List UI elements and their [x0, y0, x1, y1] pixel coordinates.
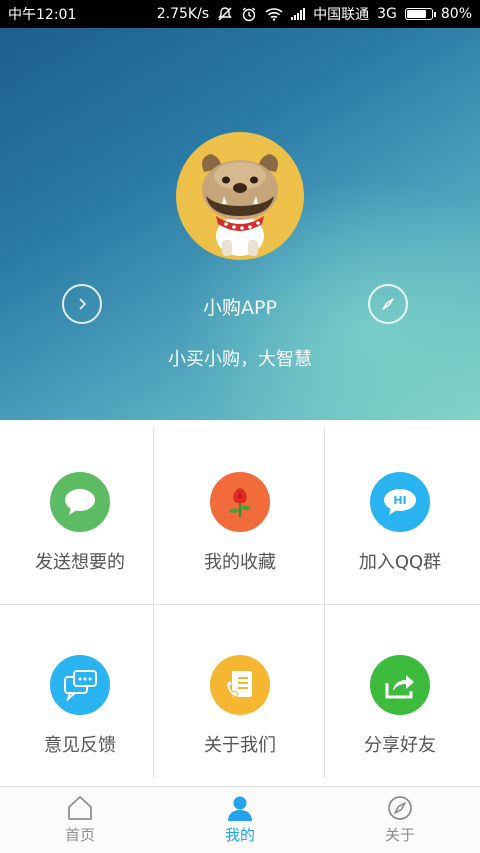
- about-us-button[interactable]: 关于我们: [160, 603, 320, 786]
- tab-mine[interactable]: 我的: [160, 787, 320, 853]
- avatar[interactable]: [176, 132, 304, 260]
- grid-label: 加入QQ群: [358, 552, 442, 573]
- rose-icon: [210, 472, 270, 532]
- send-wish-button[interactable]: 发送想要的: [0, 420, 160, 603]
- grid-label: 分享好友: [364, 735, 436, 756]
- status-bar: 中午12:01 2.75K/s 中国联通 3G 80%: [0, 0, 480, 28]
- feature-grid: 发送想要的 我的收藏 HI 加入QQ群 意见反馈 关于我们 分享好友: [0, 420, 480, 786]
- grid-label: 发送想要的: [35, 552, 125, 573]
- grid-label: 我的收藏: [204, 552, 276, 573]
- favorites-button[interactable]: 我的收藏: [160, 420, 320, 603]
- grid-label: 关于我们: [204, 735, 276, 756]
- hi-bubble-icon: HI: [370, 472, 430, 532]
- mute-icon: [217, 6, 233, 22]
- feedback-button[interactable]: 意见反馈: [0, 603, 160, 786]
- user-icon: [228, 796, 252, 821]
- tab-about[interactable]: 关于: [320, 787, 480, 853]
- tab-home[interactable]: 首页: [0, 787, 160, 853]
- tab-label: 我的: [224, 826, 255, 844]
- bottom-tab-bar: 首页 我的 关于: [0, 786, 480, 853]
- bulldog-mascot-icon: [202, 154, 278, 256]
- share-friends-button[interactable]: 分享好友: [320, 603, 480, 786]
- app-name: 小购APP: [203, 297, 277, 319]
- profile-header: 小购APP 小买小购，大智慧: [0, 28, 480, 420]
- grid-label: 意见反馈: [44, 735, 116, 756]
- tab-label: 首页: [64, 826, 95, 844]
- chat-bubble-icon: [50, 472, 110, 532]
- tab-label: 关于: [384, 826, 415, 844]
- status-time: 中午12:01: [8, 7, 77, 23]
- status-carrier: 中国联通: [313, 7, 370, 23]
- battery-icon: [404, 8, 436, 20]
- status-network: 3G: [377, 6, 397, 22]
- feedback-icon: [50, 655, 110, 715]
- status-net-speed: 2.75K/s: [156, 6, 210, 22]
- home-icon: [68, 796, 92, 820]
- wifi-icon: [265, 7, 283, 21]
- svg-text:HI: HI: [393, 494, 406, 507]
- contact-card-icon: [210, 655, 270, 715]
- status-battery: 80%: [440, 6, 472, 22]
- signal-icon: [291, 8, 306, 20]
- alarm-icon: [241, 6, 257, 22]
- join-qq-group-button[interactable]: HI 加入QQ群: [320, 420, 480, 603]
- share-icon: [370, 655, 430, 715]
- compass-icon: [388, 796, 412, 820]
- app-slogan: 小买小购，大智慧: [168, 349, 312, 370]
